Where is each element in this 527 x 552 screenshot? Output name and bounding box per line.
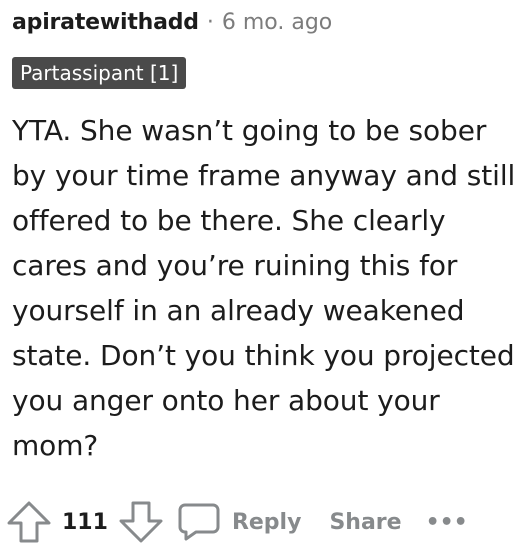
comment-meta: apiratewithadd · 6 mo. ago (12, 10, 332, 35)
meta-separator: · (206, 10, 214, 35)
timestamp[interactable]: 6 mo. ago (222, 10, 332, 35)
more-options-button[interactable]: ••• (426, 510, 468, 535)
comment-actions: 111 Reply Share ••• (6, 497, 468, 547)
vote-count: 111 (62, 509, 108, 535)
user-flair: Partassipant [1] (12, 57, 187, 89)
share-button[interactable]: Share (329, 510, 401, 535)
comment: apiratewithadd · 6 mo. ago Partassipant … (0, 0, 527, 552)
comment-body: YTA. She wasn’t going to be sober by you… (12, 114, 516, 462)
upvote-arrow-icon[interactable] (6, 500, 52, 544)
speech-bubble-icon (178, 502, 220, 542)
reply-label: Reply (231, 509, 302, 535)
username-link[interactable]: apiratewithadd (12, 10, 199, 35)
reply-button[interactable]: Reply (178, 502, 302, 542)
downvote-arrow-icon[interactable] (118, 500, 164, 544)
